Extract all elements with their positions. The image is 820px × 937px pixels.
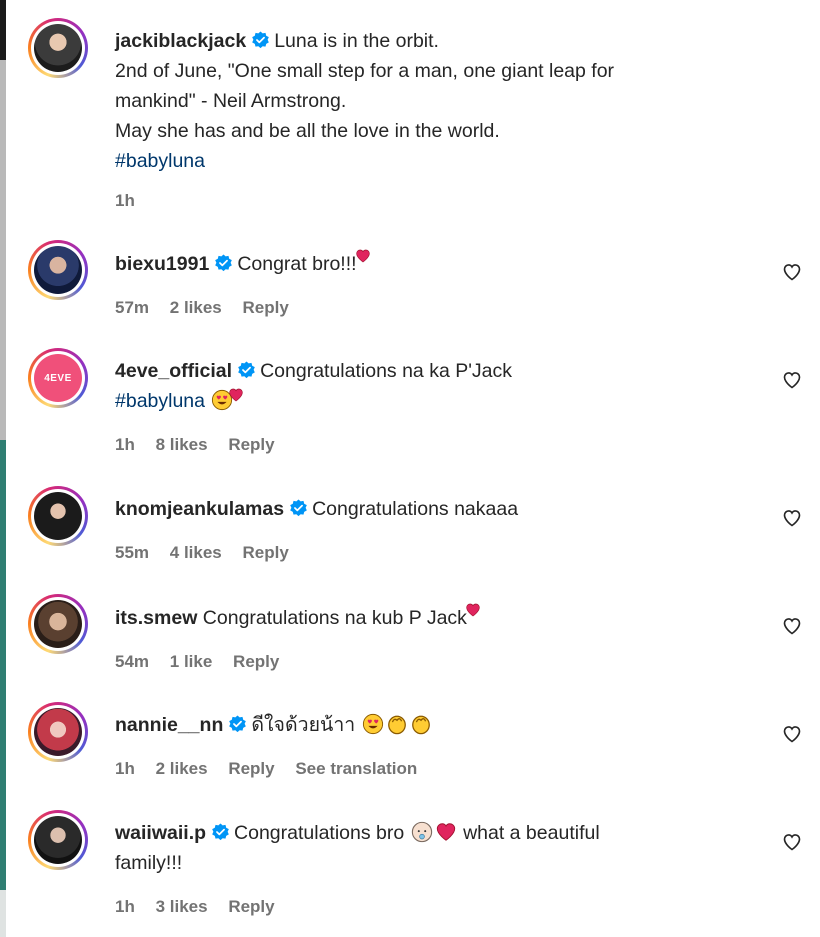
comment-username[interactable]: biexu1991 bbox=[115, 253, 209, 275]
comment-time: 1h bbox=[115, 435, 135, 454]
clapping-hands-emoji-icon bbox=[386, 713, 408, 735]
comment-text: Congratulations na kub P Jack bbox=[202, 607, 467, 629]
comment-likes[interactable]: 4 likes bbox=[170, 543, 222, 562]
red-heart-emoji-icon bbox=[435, 821, 457, 843]
caption-line-2: 2nd of June, "One small step for a man, … bbox=[115, 60, 615, 82]
background-photo-strip bbox=[0, 0, 6, 937]
caption-username[interactable]: jackiblackjack bbox=[115, 30, 246, 52]
comment-text: Congratulations bro bbox=[234, 822, 405, 844]
caption-hashtag[interactable]: #babyluna bbox=[115, 146, 755, 176]
comment-text: Congratulations nakaaa bbox=[312, 498, 519, 520]
comment-hashtag[interactable]: #babyluna bbox=[115, 390, 205, 412]
comment-item: its.smew Congratulations na kub P Jack 5… bbox=[28, 594, 808, 684]
comment-item: knomjeankulamas Congratulations nakaaa 55… bbox=[28, 486, 808, 576]
comment-likes[interactable]: 2 likes bbox=[156, 759, 208, 778]
comment-text: Congratulations na ka P'Jack bbox=[260, 360, 513, 382]
comment-item: biexu1991 Congrat bro!!! 57m 2 likes Repl… bbox=[28, 240, 808, 330]
comment-text-line-2: family!!! bbox=[115, 852, 183, 874]
comment-username[interactable]: its.smew bbox=[115, 607, 197, 629]
comment-likes[interactable]: 1 like bbox=[170, 652, 213, 671]
avatar-logo-text: 4EVE bbox=[44, 372, 72, 384]
comment-text: Congrat bro!!! bbox=[237, 253, 357, 275]
caption-time: 1h bbox=[115, 191, 135, 210]
comment-likes[interactable]: 3 likes bbox=[156, 897, 208, 916]
commenter-avatar[interactable] bbox=[28, 594, 88, 654]
comment-item: 4EVE 4eve_official Congratulations na ka … bbox=[28, 348, 808, 468]
reply-button[interactable]: Reply bbox=[228, 897, 274, 916]
caption-line-4: May she has and be all the love in the w… bbox=[115, 120, 500, 142]
red-heart-emoji-icon bbox=[465, 602, 481, 618]
reply-button[interactable]: Reply bbox=[243, 543, 289, 562]
heart-eyes-emoji-icon bbox=[362, 713, 384, 735]
comment-time: 54m bbox=[115, 652, 150, 671]
author-avatar[interactable] bbox=[28, 18, 88, 78]
verified-badge-icon bbox=[211, 823, 230, 842]
heart-outline-icon[interactable] bbox=[782, 262, 802, 282]
clapping-hands-emoji-icon bbox=[410, 713, 432, 735]
reply-button[interactable]: Reply bbox=[233, 652, 279, 671]
heart-outline-icon[interactable] bbox=[782, 370, 802, 390]
comment-username[interactable]: 4eve_official bbox=[115, 360, 232, 382]
heart-outline-icon[interactable] bbox=[782, 616, 802, 636]
comment-time: 57m bbox=[115, 298, 150, 317]
commenter-avatar[interactable] bbox=[28, 486, 88, 546]
caption-line-1: Luna is in the orbit. bbox=[274, 30, 439, 52]
verified-badge-icon bbox=[228, 715, 247, 734]
comment-text-continued: what a beautiful bbox=[463, 822, 600, 844]
verified-badge-icon bbox=[214, 254, 233, 273]
heart-outline-icon[interactable] bbox=[782, 832, 802, 852]
comment-username[interactable]: nannie__nn bbox=[115, 714, 223, 736]
comment-likes[interactable]: 8 likes bbox=[156, 435, 208, 454]
commenter-avatar[interactable] bbox=[28, 810, 88, 870]
caption-line-3: mankind" - Neil Armstrong. bbox=[115, 90, 347, 112]
comment-item: nannie__nn ดีใจด้วยน้าา 1h 2 likes Reply … bbox=[28, 702, 808, 792]
red-heart-emoji-icon bbox=[355, 248, 371, 264]
verified-badge-icon bbox=[237, 361, 256, 380]
comment-username[interactable]: waiiwaii.p bbox=[115, 822, 206, 844]
red-heart-emoji-icon bbox=[228, 387, 244, 403]
reply-button[interactable]: Reply bbox=[228, 435, 274, 454]
heart-outline-icon[interactable] bbox=[782, 724, 802, 744]
reply-button[interactable]: Reply bbox=[228, 759, 274, 778]
reply-button[interactable]: Reply bbox=[243, 298, 289, 317]
comment-likes[interactable]: 2 likes bbox=[170, 298, 222, 317]
comment-item: waiiwaii.p Congratulations bro what a bea… bbox=[28, 810, 808, 930]
comment-time: 55m bbox=[115, 543, 150, 562]
comment-username[interactable]: knomjeankulamas bbox=[115, 498, 284, 520]
baby-emoji-icon bbox=[411, 821, 433, 843]
commenter-avatar[interactable] bbox=[28, 702, 88, 762]
commenter-avatar[interactable] bbox=[28, 240, 88, 300]
comment-text: ดีใจด้วยน้าา bbox=[251, 714, 356, 736]
verified-badge-icon bbox=[251, 31, 270, 50]
commenter-avatar[interactable]: 4EVE bbox=[28, 348, 88, 408]
comment-time: 1h bbox=[115, 759, 135, 778]
see-translation-button[interactable]: See translation bbox=[295, 759, 417, 778]
post-caption: jackiblackjack Luna is in the orbit. 2nd … bbox=[28, 18, 808, 218]
verified-badge-icon bbox=[289, 499, 308, 518]
heart-outline-icon[interactable] bbox=[782, 508, 802, 528]
comment-time: 1h bbox=[115, 897, 135, 916]
